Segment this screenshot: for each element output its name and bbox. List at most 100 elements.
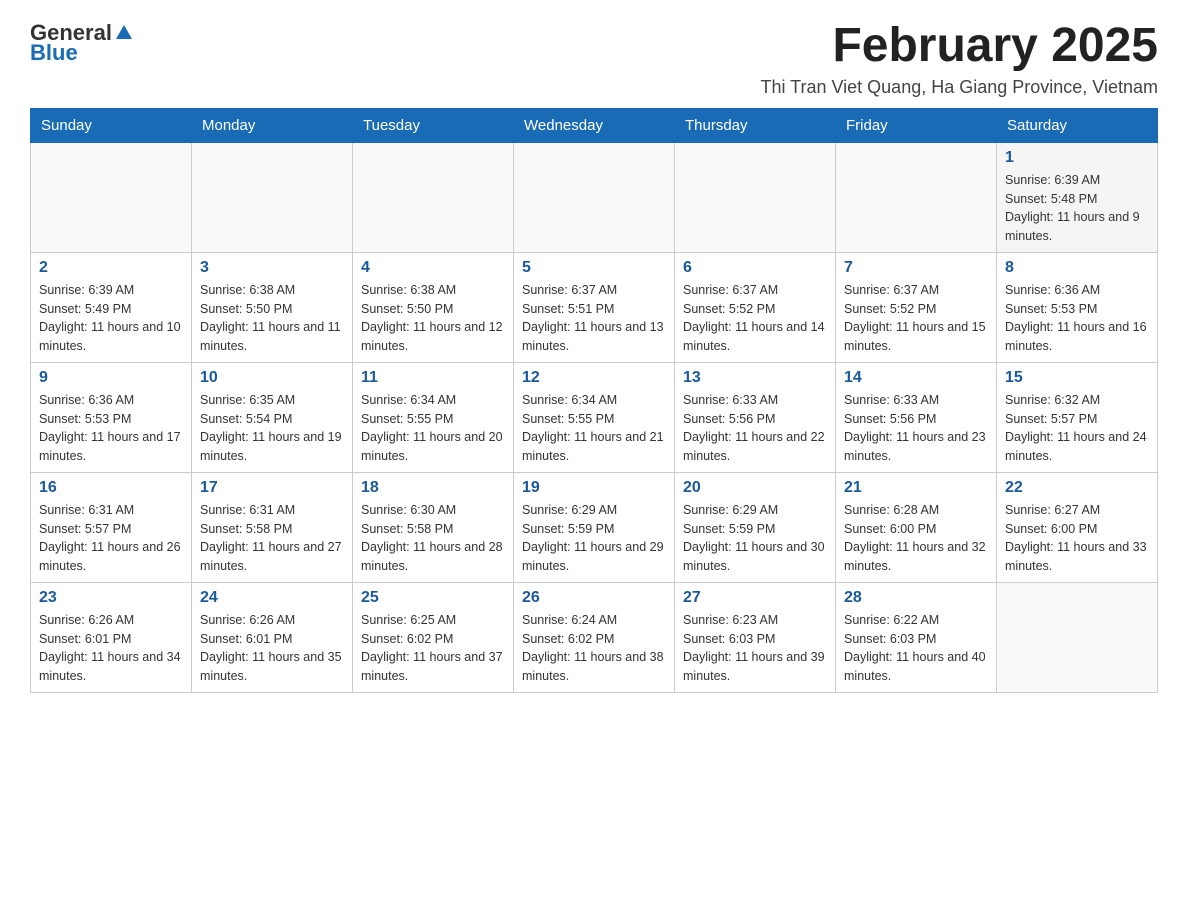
calendar-cell: 18 Sunrise: 6:30 AM Sunset: 5:58 PM Dayli… [353,472,514,582]
calendar-week-row: 23 Sunrise: 6:26 AM Sunset: 6:01 PM Dayli… [31,582,1158,692]
calendar-cell: 2 Sunrise: 6:39 AM Sunset: 5:49 PM Daylig… [31,252,192,362]
calendar-cell: 20 Sunrise: 6:29 AM Sunset: 5:59 PM Dayli… [675,472,836,582]
logo: General Blue [30,20,134,66]
calendar-cell: 16 Sunrise: 6:31 AM Sunset: 5:57 PM Dayli… [31,472,192,582]
day-number: 1 [1005,149,1149,167]
day-number: 4 [361,259,505,277]
day-info: Sunrise: 6:36 AM Sunset: 5:53 PM Dayligh… [1005,281,1149,356]
calendar-cell [675,142,836,252]
day-number: 23 [39,589,183,607]
day-info: Sunrise: 6:29 AM Sunset: 5:59 PM Dayligh… [522,501,666,576]
day-number: 10 [200,369,344,387]
calendar-week-row: 2 Sunrise: 6:39 AM Sunset: 5:49 PM Daylig… [31,252,1158,362]
day-info: Sunrise: 6:39 AM Sunset: 5:48 PM Dayligh… [1005,171,1149,246]
calendar-cell: 11 Sunrise: 6:34 AM Sunset: 5:55 PM Dayli… [353,362,514,472]
calendar-cell: 17 Sunrise: 6:31 AM Sunset: 5:58 PM Dayli… [192,472,353,582]
day-number: 11 [361,369,505,387]
calendar-header-sunday: Sunday [31,108,192,142]
calendar-cell: 15Sunrise: 6:32 AM Sunset: 5:57 PM Dayli… [997,362,1158,472]
calendar-cell: 27 Sunrise: 6:23 AM Sunset: 6:03 PM Dayli… [675,582,836,692]
calendar-cell [997,582,1158,692]
day-number: 22 [1005,479,1149,497]
day-number: 6 [683,259,827,277]
day-number: 9 [39,369,183,387]
calendar-cell [192,142,353,252]
day-info: Sunrise: 6:25 AM Sunset: 6:02 PM Dayligh… [361,611,505,686]
day-number: 8 [1005,259,1149,277]
calendar-cell: 7 Sunrise: 6:37 AM Sunset: 5:52 PM Daylig… [836,252,997,362]
day-info: Sunrise: 6:38 AM Sunset: 5:50 PM Dayligh… [361,281,505,356]
day-info: Sunrise: 6:31 AM Sunset: 5:57 PM Dayligh… [39,501,183,576]
calendar-header-friday: Friday [836,108,997,142]
day-info: Sunrise: 6:35 AM Sunset: 5:54 PM Dayligh… [200,391,344,466]
calendar-cell: 12Sunrise: 6:34 AM Sunset: 5:55 PM Dayli… [514,362,675,472]
day-info: Sunrise: 6:34 AM Sunset: 5:55 PM Dayligh… [522,391,666,466]
day-info: Sunrise: 6:33 AM Sunset: 5:56 PM Dayligh… [683,391,827,466]
day-number: 13 [683,369,827,387]
day-info: Sunrise: 6:28 AM Sunset: 6:00 PM Dayligh… [844,501,988,576]
day-info: Sunrise: 6:39 AM Sunset: 5:49 PM Dayligh… [39,281,183,356]
day-info: Sunrise: 6:30 AM Sunset: 5:58 PM Dayligh… [361,501,505,576]
day-number: 24 [200,589,344,607]
calendar-week-row: 9 Sunrise: 6:36 AM Sunset: 5:53 PM Daylig… [31,362,1158,472]
logo-triangle-icon [114,23,134,43]
day-number: 16 [39,479,183,497]
calendar-cell: 22 Sunrise: 6:27 AM Sunset: 6:00 PM Dayli… [997,472,1158,582]
calendar-cell: 10 Sunrise: 6:35 AM Sunset: 5:54 PM Dayli… [192,362,353,472]
day-info: Sunrise: 6:26 AM Sunset: 6:01 PM Dayligh… [200,611,344,686]
day-number: 17 [200,479,344,497]
calendar-header-wednesday: Wednesday [514,108,675,142]
day-info: Sunrise: 6:37 AM Sunset: 5:52 PM Dayligh… [844,281,988,356]
day-info: Sunrise: 6:34 AM Sunset: 5:55 PM Dayligh… [361,391,505,466]
day-number: 27 [683,589,827,607]
location-subtitle: Thi Tran Viet Quang, Ha Giang Province, … [760,77,1158,98]
calendar-header-row: SundayMondayTuesdayWednesdayThursdayFrid… [31,108,1158,142]
calendar-cell: 19 Sunrise: 6:29 AM Sunset: 5:59 PM Dayli… [514,472,675,582]
day-number: 25 [361,589,505,607]
calendar-cell: 4 Sunrise: 6:38 AM Sunset: 5:50 PM Daylig… [353,252,514,362]
day-number: 15 [1005,369,1149,387]
calendar-header-tuesday: Tuesday [353,108,514,142]
day-number: 18 [361,479,505,497]
month-title: February 2025 [760,20,1158,73]
day-info: Sunrise: 6:38 AM Sunset: 5:50 PM Dayligh… [200,281,344,356]
calendar-cell: 8 Sunrise: 6:36 AM Sunset: 5:53 PM Daylig… [997,252,1158,362]
calendar-cell: 14Sunrise: 6:33 AM Sunset: 5:56 PM Dayli… [836,362,997,472]
day-info: Sunrise: 6:27 AM Sunset: 6:00 PM Dayligh… [1005,501,1149,576]
day-info: Sunrise: 6:29 AM Sunset: 5:59 PM Dayligh… [683,501,827,576]
day-number: 21 [844,479,988,497]
day-number: 2 [39,259,183,277]
day-number: 20 [683,479,827,497]
day-info: Sunrise: 6:22 AM Sunset: 6:03 PM Dayligh… [844,611,988,686]
calendar-cell: 3 Sunrise: 6:38 AM Sunset: 5:50 PM Daylig… [192,252,353,362]
calendar-cell [31,142,192,252]
day-info: Sunrise: 6:33 AM Sunset: 5:56 PM Dayligh… [844,391,988,466]
calendar-cell: 1 Sunrise: 6:39 AM Sunset: 5:48 PM Daylig… [997,142,1158,252]
calendar-cell: 13 Sunrise: 6:33 AM Sunset: 5:56 PM Dayli… [675,362,836,472]
day-info: Sunrise: 6:31 AM Sunset: 5:58 PM Dayligh… [200,501,344,576]
logo-blue-text: Blue [30,40,78,66]
calendar-cell [514,142,675,252]
day-number: 19 [522,479,666,497]
day-number: 26 [522,589,666,607]
calendar-cell: 21 Sunrise: 6:28 AM Sunset: 6:00 PM Dayli… [836,472,997,582]
calendar-cell: 23 Sunrise: 6:26 AM Sunset: 6:01 PM Dayli… [31,582,192,692]
day-number: 7 [844,259,988,277]
calendar-cell: 6 Sunrise: 6:37 AM Sunset: 5:52 PM Daylig… [675,252,836,362]
title-section: February 2025 Thi Tran Viet Quang, Ha Gi… [760,20,1158,98]
day-info: Sunrise: 6:37 AM Sunset: 5:52 PM Dayligh… [683,281,827,356]
day-number: 5 [522,259,666,277]
day-info: Sunrise: 6:37 AM Sunset: 5:51 PM Dayligh… [522,281,666,356]
calendar-header-thursday: Thursday [675,108,836,142]
calendar-table: SundayMondayTuesdayWednesdayThursdayFrid… [30,108,1158,693]
calendar-cell: 26Sunrise: 6:24 AM Sunset: 6:02 PM Dayli… [514,582,675,692]
day-number: 3 [200,259,344,277]
day-info: Sunrise: 6:23 AM Sunset: 6:03 PM Dayligh… [683,611,827,686]
calendar-header-monday: Monday [192,108,353,142]
calendar-cell [353,142,514,252]
day-info: Sunrise: 6:36 AM Sunset: 5:53 PM Dayligh… [39,391,183,466]
day-info: Sunrise: 6:26 AM Sunset: 6:01 PM Dayligh… [39,611,183,686]
calendar-cell [836,142,997,252]
calendar-week-row: 1 Sunrise: 6:39 AM Sunset: 5:48 PM Daylig… [31,142,1158,252]
calendar-cell: 28Sunrise: 6:22 AM Sunset: 6:03 PM Dayli… [836,582,997,692]
